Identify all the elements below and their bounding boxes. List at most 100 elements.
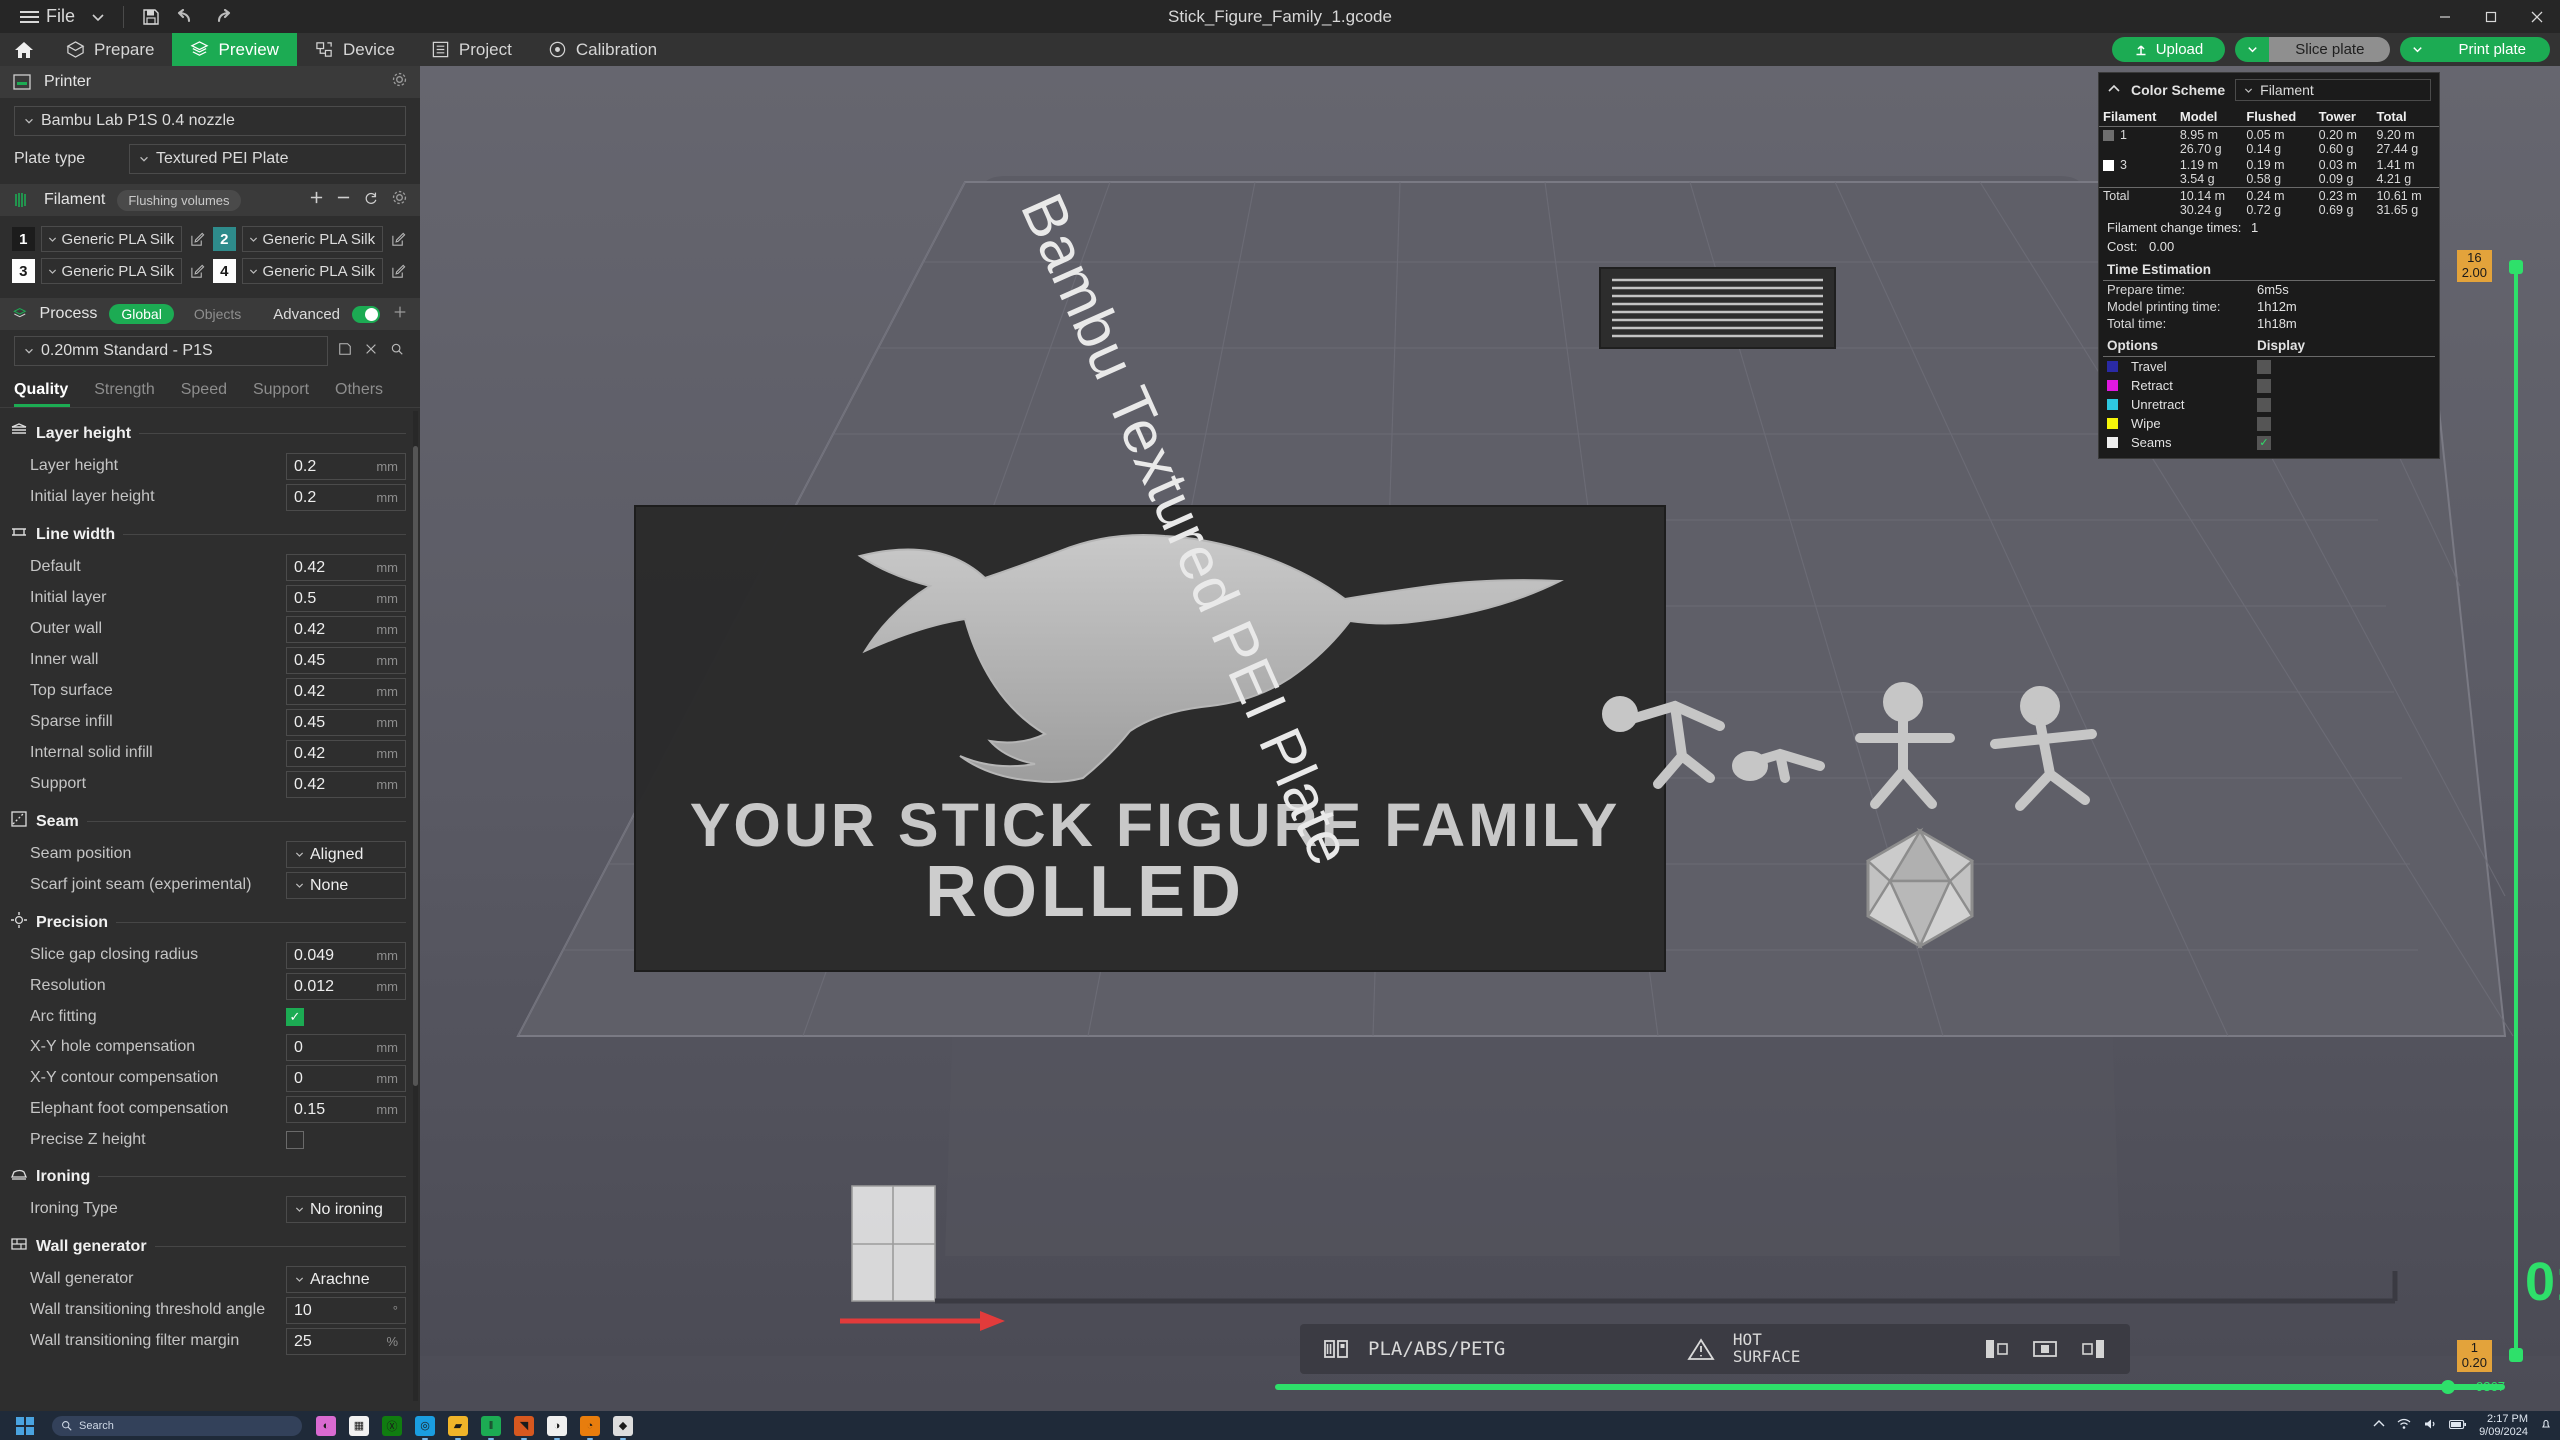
nav-home-button[interactable] — [0, 33, 48, 66]
filament-slot-1-select[interactable]: Generic PLA Silk — [40, 226, 183, 252]
param-input[interactable]: 0 mm — [286, 1034, 406, 1061]
tray-overflow-button[interactable] — [2373, 1419, 2385, 1432]
param-input[interactable]: 0.012 mm — [286, 973, 406, 1000]
filament-slot-3-number[interactable]: 3 — [12, 259, 35, 283]
param-input[interactable]: 0.45 mm — [286, 709, 406, 736]
option-display-checkbox[interactable] — [2257, 359, 2271, 374]
advanced-toggle-switch[interactable] — [352, 305, 380, 323]
printer-settings-gear-button[interactable] — [391, 71, 408, 93]
taskbar-clock[interactable]: 2:17 PM 9/09/2024 — [2479, 1413, 2528, 1438]
param-input[interactable]: 0.45 mm — [286, 647, 406, 674]
filament-slot-2-edit-icon[interactable] — [389, 229, 408, 249]
filament-slot-1-number[interactable]: 1 — [12, 227, 35, 251]
param-checkbox[interactable] — [286, 1131, 304, 1149]
nav-tab-calibration[interactable]: Calibration — [530, 33, 675, 66]
nav-tab-prepare[interactable]: Prepare — [48, 33, 172, 66]
edge-icon[interactable]: ◎ — [415, 1415, 435, 1436]
layer-slider[interactable]: 16 2.00 1 0.20 — [2456, 250, 2523, 1372]
maximize-button[interactable] — [2468, 0, 2514, 33]
bambu-studio-icon[interactable]: ‖ — [481, 1415, 501, 1436]
tab-support[interactable]: Support — [253, 374, 323, 407]
param-input[interactable]: 0.42 mm — [286, 740, 406, 767]
tray-battery-icon[interactable] — [2449, 1419, 2467, 1433]
move-slider[interactable]: 9367 — [1275, 1379, 2505, 1395]
option-display-checkbox[interactable] — [2257, 416, 2271, 431]
nav-tab-project[interactable]: Project — [413, 33, 530, 66]
close-button[interactable] — [2514, 0, 2560, 33]
process-scope-global-tab[interactable]: Global — [109, 304, 174, 324]
param-input[interactable]: 10 ° — [286, 1297, 406, 1324]
plate-type-select[interactable]: Textured PEI Plate — [129, 144, 406, 174]
inkscape-icon[interactable]: ◆ — [613, 1415, 633, 1436]
notification-center-button[interactable] — [2540, 1418, 2552, 1433]
process-profile-select[interactable]: 0.20mm Standard - P1S — [14, 336, 328, 366]
param-select[interactable]: Arachne — [286, 1266, 406, 1293]
option-display-checkbox[interactable] — [2257, 397, 2271, 412]
param-checkbox[interactable]: ✓ — [286, 1008, 304, 1026]
process-scope-objects-tab[interactable]: Objects — [186, 304, 249, 324]
printer-model-select[interactable]: Bambu Lab P1S 0.4 nozzle — [14, 106, 406, 136]
option-display-checkbox[interactable]: ✓ — [2257, 435, 2271, 450]
param-input[interactable]: 0.42 mm — [286, 554, 406, 581]
option-display-checkbox[interactable] — [2257, 378, 2271, 393]
param-select[interactable]: No ironing — [286, 1196, 406, 1223]
profile-reset-icon[interactable] — [362, 342, 380, 360]
tray-volume-icon[interactable] — [2423, 1418, 2437, 1433]
param-input[interactable]: 0.42 mm — [286, 678, 406, 705]
filament-slot-1-edit-icon[interactable] — [188, 229, 207, 249]
nav-tab-device[interactable]: Device — [297, 33, 413, 66]
filament-slot-4-number[interactable]: 4 — [213, 259, 236, 283]
filament-remove-button[interactable] — [336, 190, 351, 210]
param-input[interactable]: 25% — [286, 1328, 406, 1355]
filament-slot-2-select[interactable]: Generic PLA Silk — [241, 226, 384, 252]
tray-network-icon[interactable] — [2397, 1418, 2411, 1433]
prusa-slicer-icon[interactable]: ◥ — [514, 1415, 534, 1436]
filament-sync-button[interactable] — [363, 190, 379, 211]
filament-slot-4-select[interactable]: Generic PLA Silk — [241, 258, 384, 284]
filament-slot-2-number[interactable]: 2 — [213, 227, 236, 251]
move-slider-track[interactable] — [1275, 1384, 2505, 1390]
filament-slot-4-edit-icon[interactable] — [389, 261, 408, 281]
slice-plate-button[interactable]: Slice plate — [2269, 37, 2391, 62]
collapse-chevron-icon[interactable] — [2107, 82, 2121, 98]
copilot-icon[interactable]: ◐ — [316, 1415, 336, 1436]
orca-slicer-icon[interactable]: ◑ — [547, 1415, 567, 1436]
left-panel-scrollbar-thumb[interactable] — [413, 446, 418, 1086]
param-input[interactable]: 0.42 mm — [286, 771, 406, 798]
print-plate-dropdown-button[interactable] — [2400, 37, 2435, 62]
tab-strength[interactable]: Strength — [94, 374, 168, 407]
upload-button[interactable]: Upload — [2111, 37, 2226, 62]
param-input[interactable]: 0.2 mm — [286, 484, 406, 511]
filament-add-button[interactable] — [309, 190, 324, 210]
layer-slider-lower-handle[interactable] — [2509, 1348, 2523, 1362]
tab-others[interactable]: Others — [335, 374, 397, 407]
profile-search-icon[interactable] — [388, 342, 406, 360]
filament-settings-gear-button[interactable] — [391, 189, 408, 211]
process-compare-button[interactable] — [392, 304, 408, 325]
layer-slider-upper-handle[interactable] — [2509, 260, 2523, 274]
move-slider-handle[interactable] — [2441, 1380, 2455, 1394]
filament-slot-3-edit-icon[interactable] — [188, 261, 207, 281]
taskbar-search-box[interactable]: Search — [52, 1415, 302, 1436]
start-button[interactable] — [16, 1416, 34, 1435]
param-input[interactable]: 0.5 mm — [286, 585, 406, 612]
nav-tab-preview[interactable]: Preview — [172, 33, 297, 66]
xbox-icon[interactable]: Ⓧ — [382, 1415, 402, 1436]
slice-plate-dropdown-button[interactable] — [2235, 37, 2270, 62]
print-plate-button[interactable]: Print plate — [2434, 37, 2550, 62]
tab-speed[interactable]: Speed — [181, 374, 241, 407]
minimize-button[interactable] — [2422, 0, 2468, 33]
param-input[interactable]: 0.42 mm — [286, 616, 406, 643]
flushing-volumes-button[interactable]: Flushing volumes — [117, 189, 241, 211]
param-input[interactable]: 0.2 mm — [286, 453, 406, 480]
filament-slot-3-select[interactable]: Generic PLA Silk — [40, 258, 183, 284]
color-scheme-select[interactable]: Filament — [2235, 79, 2431, 101]
param-input[interactable]: 0 mm — [286, 1065, 406, 1092]
param-select[interactable]: None — [286, 872, 406, 899]
blender-icon[interactable]: ◔ — [580, 1415, 600, 1436]
param-select[interactable]: Aligned — [286, 841, 406, 868]
param-input[interactable]: 0.15 mm — [286, 1096, 406, 1123]
microsoft-store-icon[interactable]: ▦ — [349, 1415, 369, 1436]
file-explorer-icon[interactable]: ▰ — [448, 1415, 468, 1436]
profile-save-icon[interactable] — [336, 342, 354, 360]
